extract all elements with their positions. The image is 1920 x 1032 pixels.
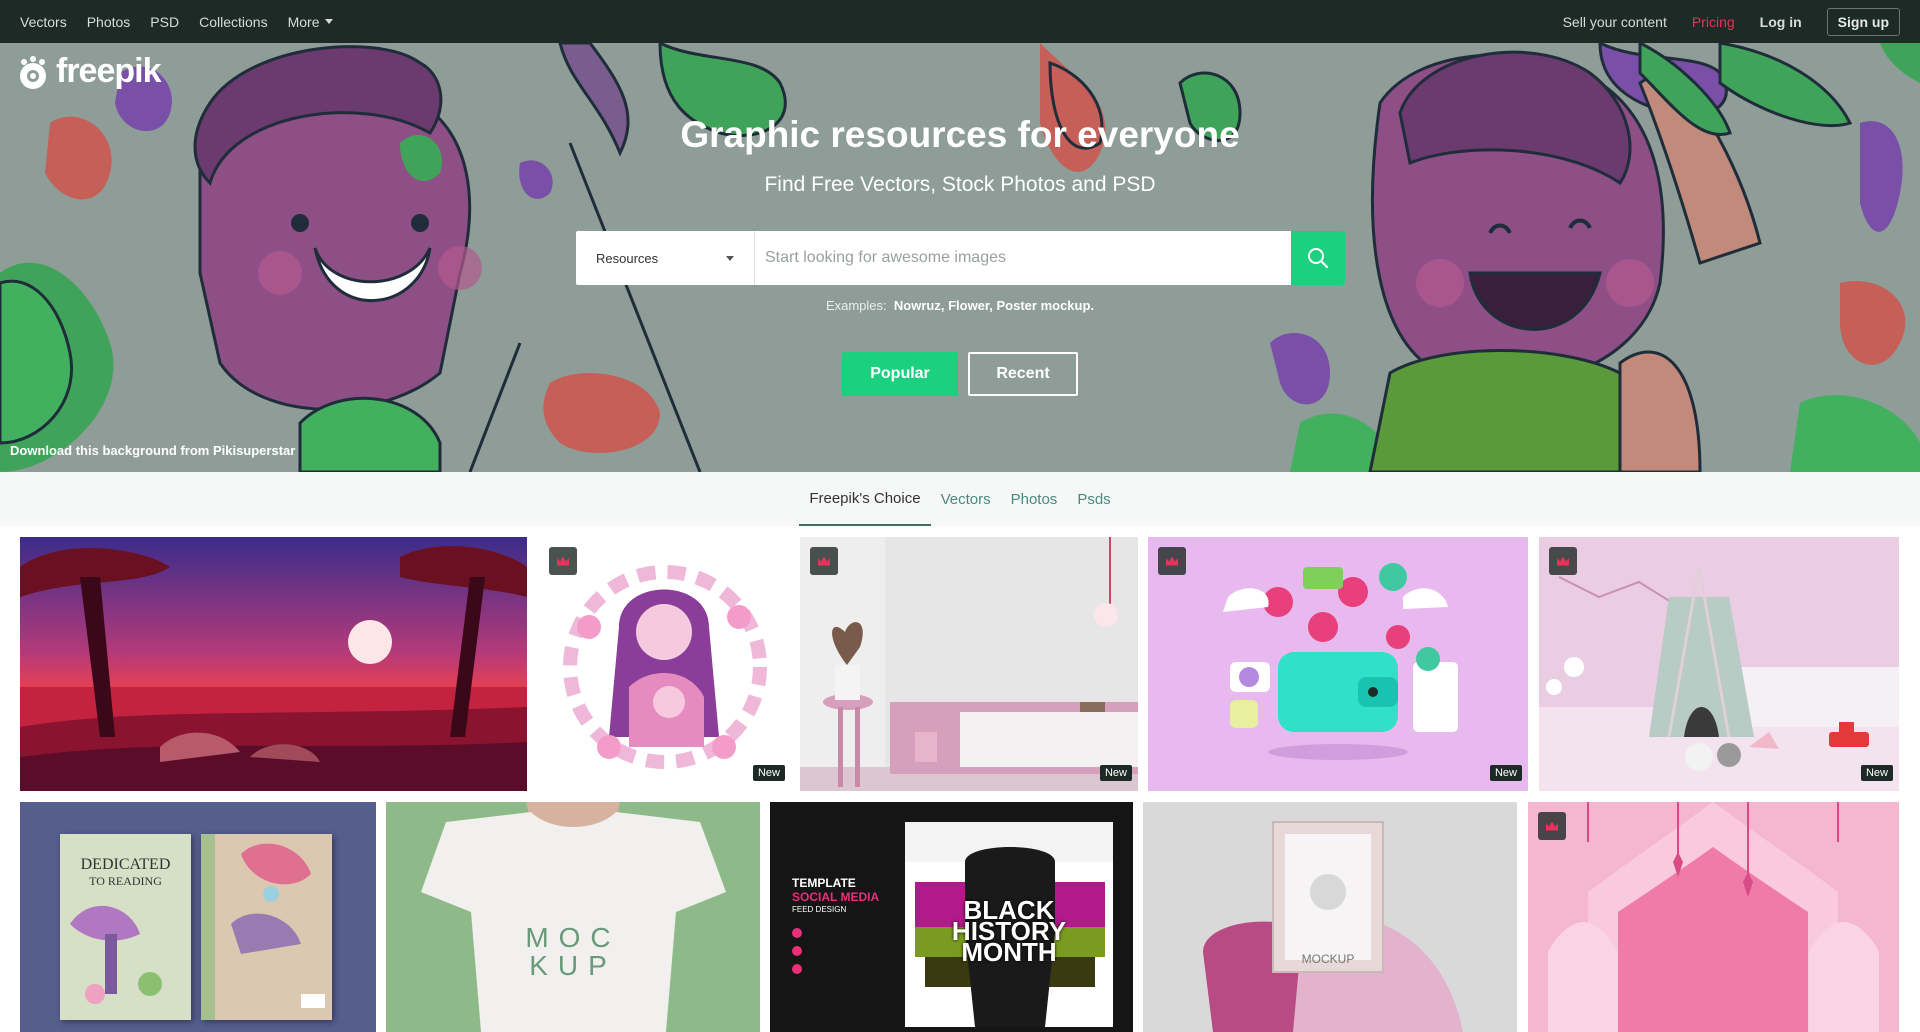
resource-card-mother[interactable]: New: [539, 537, 791, 791]
book-back: [201, 834, 332, 1020]
premium-icon: [1549, 547, 1577, 575]
premium-icon: [1158, 547, 1186, 575]
nav-vectors[interactable]: Vectors: [20, 14, 67, 30]
search-examples: Examples: Nowruz, Flower, Poster mockup.: [825, 298, 1095, 313]
new-badge: New: [1860, 765, 1893, 781]
tab-popular[interactable]: Popular: [842, 352, 958, 396]
search-bar: Resources: [576, 231, 1345, 285]
bhm-title-month: MONTH: [961, 937, 1057, 967]
resource-card-book[interactable]: DEDICATED TO READING: [20, 802, 376, 1032]
book-back-art: [201, 834, 325, 1020]
tab-recent[interactable]: Recent: [968, 352, 1078, 396]
tab-photos[interactable]: Photos: [1001, 472, 1068, 526]
top-navigation: Vectors Photos PSD Collections More Sell…: [0, 0, 1920, 43]
teepee-image: [1539, 537, 1899, 791]
nav-more-label: More: [287, 13, 320, 30]
hero-subtitle: Find Free Vectors, Stock Photos and PSD: [764, 173, 1156, 196]
bhm-template-label: TEMPLATE: [792, 876, 856, 890]
hero-tabs: Popular Recent: [842, 352, 1078, 396]
examples-label: Examples:: [825, 298, 887, 313]
resource-card-interior[interactable]: New: [800, 537, 1138, 791]
logo-icon: [14, 55, 52, 89]
search-input[interactable]: [755, 231, 1291, 285]
tab-vectors[interactable]: Vectors: [931, 472, 1001, 526]
category-tabs: Freepik's Choice Vectors Photos Psds: [0, 472, 1920, 526]
new-badge: New: [752, 765, 785, 781]
bullet-icon: [792, 946, 802, 956]
chevron-down-icon: [726, 255, 734, 261]
example-link-poster-mockup[interactable]: Poster mockup: [997, 298, 1091, 313]
interior-image: [800, 537, 1138, 791]
nav-sell-content[interactable]: Sell your content: [1563, 14, 1667, 30]
premium-icon: [549, 547, 577, 575]
new-badge: New: [1489, 765, 1522, 781]
resource-card-teepee[interactable]: New: [1539, 537, 1899, 791]
tab-psds[interactable]: Psds: [1067, 472, 1120, 526]
nav-photos[interactable]: Photos: [87, 14, 131, 30]
resource-card-black-history[interactable]: TEMPLATE SOCIAL MEDIA FEED DESIGN BLACK …: [770, 802, 1133, 1032]
top-nav-left: Vectors Photos PSD Collections More: [20, 14, 353, 30]
tshirt-photo: [386, 802, 760, 1032]
search-icon: [1308, 248, 1329, 269]
resource-card-wallet[interactable]: New: [1148, 537, 1528, 791]
bhm-feed-label: FEED DESIGN: [792, 905, 847, 914]
tshirt-text-line2: KUP: [529, 950, 617, 981]
mother-illustration: [563, 565, 767, 769]
bullet-icon: [792, 964, 802, 974]
landscape-image: [20, 537, 527, 791]
book-title-line1: DEDICATED: [80, 856, 171, 873]
freepik-logo[interactable]: freepik: [14, 52, 161, 91]
book-art: [70, 905, 162, 1004]
search-button[interactable]: [1291, 231, 1345, 285]
frame-photo: [1143, 802, 1517, 1032]
bhm-social-label: SOCIAL MEDIA: [792, 890, 880, 904]
tab-freepiks-choice[interactable]: Freepik's Choice: [799, 472, 931, 526]
nav-more[interactable]: More: [288, 14, 334, 30]
example-link-nowruz[interactable]: Nowruz: [894, 298, 941, 313]
bhm-poster: BLACK HISTORY MONTH: [905, 822, 1113, 1027]
book-title-line2: TO READING: [89, 874, 162, 888]
book-cover: DEDICATED TO READING: [60, 834, 191, 1020]
frame-mockup-label: MOCKUP: [1301, 952, 1355, 966]
nav-pricing[interactable]: Pricing: [1692, 14, 1735, 30]
resource-card-ramadan[interactable]: [1528, 802, 1899, 1032]
ramadan-illustration: [1528, 802, 1899, 1032]
chevron-down-icon: [325, 19, 334, 24]
resource-card-tshirt[interactable]: MOC KUP: [386, 802, 760, 1032]
search-category-value: Resources: [596, 250, 659, 266]
premium-icon: [810, 547, 838, 575]
wallet-illustration: [1148, 537, 1528, 791]
resource-card-frame[interactable]: MOCKUP: [1143, 802, 1517, 1032]
premium-icon: [1538, 812, 1566, 840]
example-link-flower[interactable]: Flower: [948, 298, 989, 313]
hero-title: Graphic resources for everyone: [680, 114, 1240, 155]
background-credit-link[interactable]: Download this background from Pikisupers…: [10, 443, 295, 458]
bullet-icon: [792, 928, 802, 938]
hero-banner: freepik Graphic resources for everyone F…: [0, 43, 1920, 472]
top-nav-right: Sell your content Pricing Log in Sign up: [1538, 7, 1900, 36]
resource-card-landscape[interactable]: [20, 537, 527, 791]
new-badge: New: [1099, 765, 1132, 781]
login-link[interactable]: Log in: [1760, 14, 1802, 30]
nav-collections[interactable]: Collections: [199, 14, 267, 30]
nav-psd[interactable]: PSD: [150, 14, 179, 30]
search-category-select[interactable]: Resources: [576, 231, 755, 285]
logo-text: freepik: [56, 52, 161, 90]
signup-button[interactable]: Sign up: [1826, 7, 1900, 36]
